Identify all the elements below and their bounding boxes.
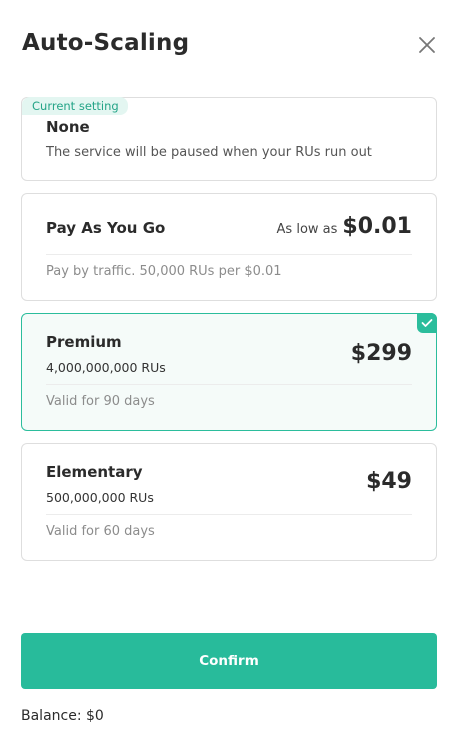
dialog-title: Auto-Scaling [22, 30, 190, 56]
option-price: $299 [350, 341, 412, 366]
divider [46, 514, 412, 515]
price-prefix: As low as [276, 222, 338, 237]
current-setting-badge: Current setting [22, 97, 128, 115]
balance-text: Balance: $0 [21, 708, 104, 724]
option-price: $0.01 [342, 214, 412, 239]
option-rus: 4,000,000,000 RUs [46, 360, 166, 375]
option-price: $49 [366, 469, 412, 494]
option-note: Pay by traffic. 50,000 RUs per $0.01 [46, 264, 282, 279]
divider [46, 254, 412, 255]
option-name: Pay As You Go [46, 219, 166, 237]
option-name: Elementary [46, 463, 143, 481]
option-premium[interactable]: Premium 4,000,000,000 RUs $299 Valid for… [21, 313, 437, 431]
option-validity: Valid for 60 days [46, 524, 155, 539]
option-validity: Valid for 90 days [46, 394, 155, 409]
option-none[interactable]: Current setting None The service will be… [21, 97, 437, 181]
divider [46, 384, 412, 385]
option-pay-as-you-go[interactable]: Pay As You Go As low as $0.01 Pay by tra… [21, 193, 437, 301]
option-elementary[interactable]: Elementary 500,000,000 RUs $49 Valid for… [21, 443, 437, 561]
option-name: None [46, 118, 90, 136]
check-icon [417, 313, 437, 333]
option-rus: 500,000,000 RUs [46, 490, 154, 505]
dialog-header: Auto-Scaling [22, 30, 440, 64]
option-name: Premium [46, 333, 122, 351]
option-description: The service will be paused when your RUs… [46, 145, 372, 160]
close-icon[interactable] [416, 34, 438, 56]
confirm-button[interactable]: Confirm [21, 633, 437, 689]
price-row: As low as $0.01 [277, 214, 412, 239]
